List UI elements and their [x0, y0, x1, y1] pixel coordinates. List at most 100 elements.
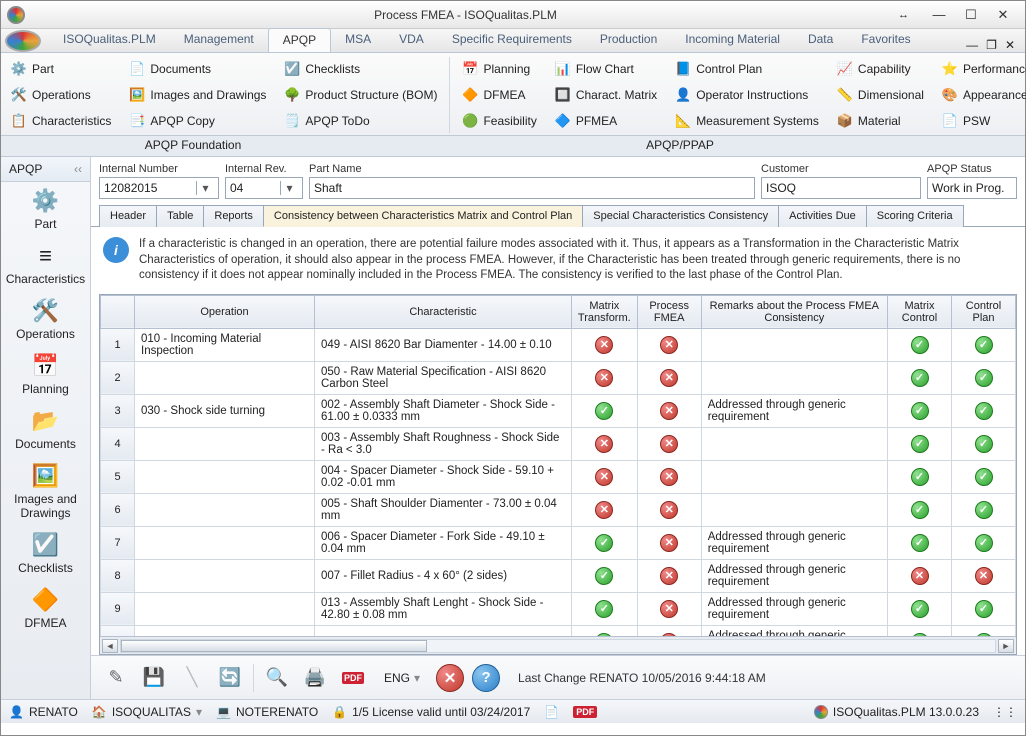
dropdown-arrow-icon[interactable]: ▾ — [280, 181, 298, 195]
ribbon-planning[interactable]: 📅Planning — [458, 57, 540, 81]
ribbon-feasibility[interactable]: 🟢Feasibility — [458, 109, 540, 133]
subtab-scoring-criteria[interactable]: Scoring Criteria — [866, 205, 964, 227]
ribbon-product-structure-bom-[interactable]: 🌳Product Structure (BOM) — [280, 83, 441, 107]
scroll-thumb[interactable] — [121, 640, 427, 652]
sidebar-item-images-and-drawings[interactable]: 🖼️Images and Drawings — [1, 457, 90, 526]
menu-tab-data[interactable]: Data — [794, 28, 847, 52]
customer-input[interactable]: ISOQ — [761, 177, 921, 199]
table-row[interactable]: 10017 - Shaft Total Lenght - 139.10 ± 0.… — [101, 625, 1016, 636]
subtab-activities-due[interactable]: Activities Due — [778, 205, 867, 227]
sidebar-item-dfmea[interactable]: 🔶DFMEA — [1, 581, 90, 636]
part-name-input[interactable]: Shaft — [309, 177, 755, 199]
print-button[interactable]: 🖨️ — [300, 663, 330, 693]
sidebar-header[interactable]: APQP ‹‹ — [1, 157, 90, 182]
sidebar-item-planning[interactable]: 📅Planning — [1, 347, 90, 402]
mdi-minimize-icon[interactable]: — — [966, 38, 978, 52]
pdf-status-icon[interactable]: PDF — [573, 706, 597, 718]
col-header[interactable]: Matrix Control — [888, 295, 952, 328]
sidebar-item-checklists[interactable]: ☑️Checklists — [1, 526, 90, 581]
ribbon-images-and-drawings[interactable]: 🖼️Images and Drawings — [125, 83, 270, 107]
ribbon-characteristics[interactable]: 📋Characteristics — [7, 109, 115, 133]
scroll-right-button[interactable]: ► — [998, 639, 1014, 653]
menu-tab-favorites[interactable]: Favorites — [847, 28, 924, 52]
minimize-button[interactable]: — — [923, 5, 955, 25]
app-orb-icon[interactable] — [5, 30, 41, 52]
menu-tab-isoqualitas-plm[interactable]: ISOQualitas.PLM — [49, 28, 170, 52]
menu-tab-vda[interactable]: VDA — [385, 28, 438, 52]
table-row[interactable]: 1010 - Incoming Material Inspection049 -… — [101, 328, 1016, 361]
preview-button[interactable]: 🔍 — [262, 663, 292, 693]
ribbon-psw[interactable]: 📄PSW — [938, 109, 1026, 133]
ribbon-measurement-systems[interactable]: 📐Measurement Systems — [671, 109, 823, 133]
menu-tab-incoming-material[interactable]: Incoming Material — [671, 28, 794, 52]
pdf-button[interactable]: PDF — [338, 663, 368, 693]
ribbon-checklists[interactable]: ☑️Checklists — [280, 57, 441, 81]
col-header[interactable]: Remarks about the Process FMEA Consisten… — [701, 295, 887, 328]
ribbon-appearance[interactable]: 🎨Appearance — [938, 83, 1026, 107]
mdi-close-icon[interactable]: ✕ — [1005, 38, 1015, 52]
table-row[interactable]: 8007 - Fillet Radius - 4 x 60° (2 sides)… — [101, 559, 1016, 592]
scroll-track[interactable] — [120, 639, 996, 653]
sidebar-item-item[interactable] — [1, 636, 90, 677]
col-header[interactable]: Operation — [135, 295, 315, 328]
col-header[interactable] — [101, 295, 135, 328]
menu-tab-management[interactable]: Management — [170, 28, 268, 52]
language-selector[interactable]: ENG▾ — [376, 668, 428, 688]
ribbon-dimensional[interactable]: 📏Dimensional — [833, 83, 928, 107]
sidebar-item-operations[interactable]: 🛠️Operations — [1, 292, 90, 347]
subtab-header[interactable]: Header — [99, 205, 157, 227]
close-action-button[interactable]: ✕ — [436, 664, 464, 692]
ribbon-operator-instructions[interactable]: 👤Operator Instructions — [671, 83, 823, 107]
mdi-restore-icon[interactable]: ❐ — [986, 38, 997, 52]
scroll-left-button[interactable]: ◄ — [102, 639, 118, 653]
maximize-button[interactable]: ☐ — [955, 5, 987, 25]
ribbon-control-plan[interactable]: 📘Control Plan — [671, 57, 823, 81]
refresh-button[interactable]: 🔄 — [215, 663, 245, 693]
ribbon-part[interactable]: ⚙️Part — [7, 57, 115, 81]
sidebar-item-part[interactable]: ⚙️Part — [1, 182, 90, 237]
sidebar-collapse-icon[interactable]: ‹‹ — [74, 162, 82, 176]
col-header[interactable]: Characteristic — [315, 295, 572, 328]
table-row[interactable]: 6005 - Shaft Shoulder Diamenter - 73.00 … — [101, 493, 1016, 526]
col-header[interactable]: Control Plan — [952, 295, 1016, 328]
subtab-reports[interactable]: Reports — [203, 205, 264, 227]
col-header[interactable]: Matrix Transform. — [571, 295, 637, 328]
table-row[interactable]: 5004 - Spacer Diameter - Shock Side - 59… — [101, 460, 1016, 493]
table-row[interactable]: 7006 - Spacer Diameter - Fork Side - 49.… — [101, 526, 1016, 559]
ribbon-charact-matrix[interactable]: 🔲Charact. Matrix — [551, 83, 661, 107]
edit-button[interactable]: ✎ — [101, 663, 131, 693]
brush-button[interactable]: ╲ — [177, 663, 207, 693]
subtab-special-characteristics-consistency[interactable]: Special Characteristics Consistency — [582, 205, 779, 227]
table-row[interactable]: 4003 - Assembly Shaft Roughness - Shock … — [101, 427, 1016, 460]
table-row[interactable]: 3030 - Shock side turning002 - Assembly … — [101, 394, 1016, 427]
dropdown-arrow-icon[interactable]: ▾ — [196, 705, 202, 719]
status-extra-icon[interactable]: ⋮⋮ — [993, 705, 1017, 719]
ribbon-pfmea[interactable]: 🔷PFMEA — [551, 109, 661, 133]
menu-tab-apqp[interactable]: APQP — [268, 28, 331, 52]
ribbon-apqp-todo[interactable]: 🗒️APQP ToDo — [280, 109, 441, 133]
doc-icon[interactable]: 📄 — [544, 705, 559, 719]
table-row[interactable]: 9013 - Assembly Shaft Lenght - Shock Sid… — [101, 592, 1016, 625]
dropdown-arrow-icon[interactable]: ▾ — [196, 181, 214, 195]
ribbon-performance[interactable]: ⭐Performance — [938, 57, 1026, 81]
close-button[interactable]: ✕ — [987, 5, 1019, 25]
ribbon-dfmea[interactable]: 🔶DFMEA — [458, 83, 540, 107]
ribbon-operations[interactable]: 🛠️Operations — [7, 83, 115, 107]
ribbon-apqp-copy[interactable]: 📑APQP Copy — [125, 109, 270, 133]
subtab-consistency-between-characteristics-matrix-and-control-plan[interactable]: Consistency between Characteristics Matr… — [263, 205, 583, 227]
ribbon-documents[interactable]: 📄Documents — [125, 57, 270, 81]
subtab-table[interactable]: Table — [156, 205, 204, 227]
ribbon-material[interactable]: 📦Material — [833, 109, 928, 133]
sidebar-item-characteristics[interactable]: ≡Characteristics — [1, 237, 90, 292]
ribbon-capability[interactable]: 📈Capability — [833, 57, 928, 81]
menu-tab-msa[interactable]: MSA — [331, 28, 385, 52]
menu-tab-production[interactable]: Production — [586, 28, 671, 52]
sidebar-item-documents[interactable]: 📂Documents — [1, 402, 90, 457]
horizontal-scrollbar[interactable]: ◄ ► — [100, 636, 1016, 654]
internal-rev-combo[interactable]: 04 ▾ — [225, 177, 303, 199]
menu-tab-specific-requirements[interactable]: Specific Requirements — [438, 28, 586, 52]
help-button[interactable]: ? — [472, 664, 500, 692]
table-row[interactable]: 2050 - Raw Material Specification - AISI… — [101, 361, 1016, 394]
save-button[interactable]: 💾 — [139, 663, 169, 693]
ribbon-flow-chart[interactable]: 📊Flow Chart — [551, 57, 661, 81]
